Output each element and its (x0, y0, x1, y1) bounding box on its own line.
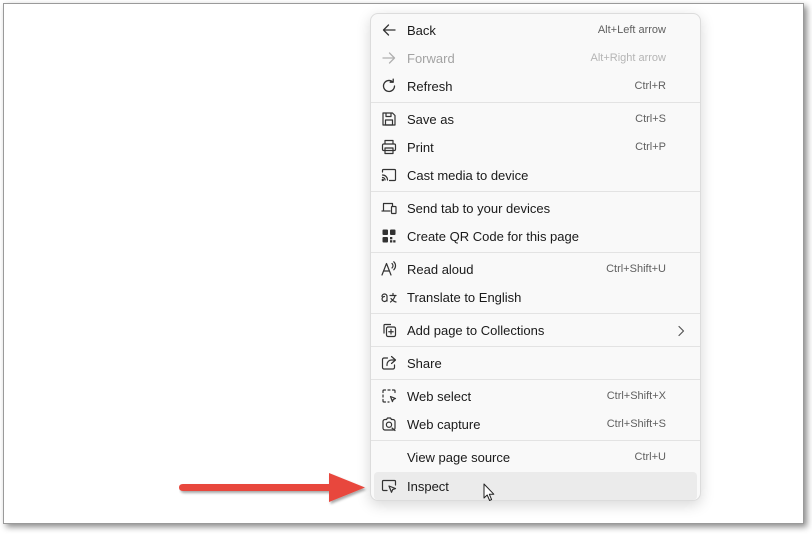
menu-item-back[interactable]: Back Alt+Left arrow (374, 16, 697, 44)
menu-separator (371, 191, 700, 192)
menu-separator (371, 252, 700, 253)
menu-item-shortcut: Ctrl+Shift+U (606, 263, 666, 275)
menu-item-read-aloud[interactable]: Read aloud Ctrl+Shift+U (374, 255, 697, 283)
menu-item-shortcut: Ctrl+Shift+X (606, 390, 666, 402)
menu-item-label: Save as (407, 112, 454, 127)
menu-item-refresh[interactable]: Refresh Ctrl+R (374, 72, 697, 100)
menu-item-shortcut: Ctrl+Shift+S (606, 418, 666, 430)
menu-item-save-as[interactable]: Save as Ctrl+S (374, 105, 697, 133)
menu-item-forward[interactable]: Forward Alt+Right arrow (374, 44, 697, 72)
menu-item-label: Back (407, 23, 436, 38)
context-menu: Back Alt+Left arrow Forward Alt+Right ar… (370, 13, 701, 501)
menu-item-view-page-source[interactable]: View page source Ctrl+U (374, 443, 697, 471)
menu-item-label: View page source (407, 450, 511, 465)
menu-item-label: Add page to Collections (407, 323, 545, 338)
back-arrow-icon (380, 21, 398, 39)
menu-item-shortcut: Ctrl+U (634, 451, 666, 463)
menu-item-add-to-collections[interactable]: Add page to Collections (374, 316, 697, 344)
menu-item-shortcut: Alt+Right arrow (590, 52, 666, 64)
menu-item-label: Inspect (407, 479, 449, 494)
refresh-icon (380, 77, 398, 95)
menu-item-shortcut: Ctrl+P (635, 141, 666, 153)
cast-icon (380, 166, 398, 184)
menu-separator (371, 379, 700, 380)
menu-separator (371, 440, 700, 441)
devices-icon (380, 199, 398, 217)
menu-item-shortcut: Ctrl+R (634, 80, 666, 92)
menu-item-send-tab[interactable]: Send tab to your devices (374, 194, 697, 222)
share-icon (380, 354, 398, 372)
menu-item-label: Create QR Code for this page (407, 229, 579, 244)
translate-icon (380, 288, 398, 306)
save-icon (380, 110, 398, 128)
menu-item-label: Cast media to device (407, 168, 529, 183)
menu-item-label: Refresh (407, 79, 453, 94)
menu-separator (371, 346, 700, 347)
web-select-icon (380, 387, 398, 405)
menu-item-web-capture[interactable]: Web capture Ctrl+Shift+S (374, 410, 697, 438)
menu-item-web-select[interactable]: Web select Ctrl+Shift+X (374, 382, 697, 410)
menu-item-label: Send tab to your devices (407, 201, 551, 216)
menu-item-print[interactable]: Print Ctrl+P (374, 133, 697, 161)
menu-item-cast-media[interactable]: Cast media to device (374, 161, 697, 189)
read-aloud-icon (380, 260, 398, 278)
inspect-icon (380, 477, 398, 495)
menu-item-inspect[interactable]: Inspect (374, 472, 697, 500)
collections-icon (380, 321, 398, 339)
forward-arrow-icon (380, 49, 398, 67)
menu-item-label: Web select (407, 389, 472, 404)
printer-icon (380, 138, 398, 156)
menu-item-label: Forward (407, 51, 455, 66)
menu-item-label: Web capture (407, 417, 481, 432)
web-capture-icon (380, 415, 398, 433)
menu-item-label: Translate to English (407, 290, 522, 305)
screenshot-frame: Back Alt+Left arrow Forward Alt+Right ar… (3, 3, 804, 524)
menu-item-shortcut: Ctrl+S (635, 113, 666, 125)
mouse-cursor-icon (483, 483, 495, 501)
menu-separator (371, 313, 700, 314)
menu-item-label: Print (407, 140, 434, 155)
menu-item-label: Share (407, 356, 442, 371)
chevron-right-icon (677, 324, 685, 337)
red-arrow-icon (179, 473, 365, 502)
menu-item-shortcut: Alt+Left arrow (597, 24, 666, 36)
menu-item-label: Read aloud (407, 262, 474, 277)
menu-item-create-qr[interactable]: Create QR Code for this page (374, 222, 697, 250)
qr-code-icon (380, 227, 398, 245)
menu-separator (371, 102, 700, 103)
menu-item-share[interactable]: Share (374, 349, 697, 377)
menu-item-translate[interactable]: Translate to English (374, 283, 697, 311)
